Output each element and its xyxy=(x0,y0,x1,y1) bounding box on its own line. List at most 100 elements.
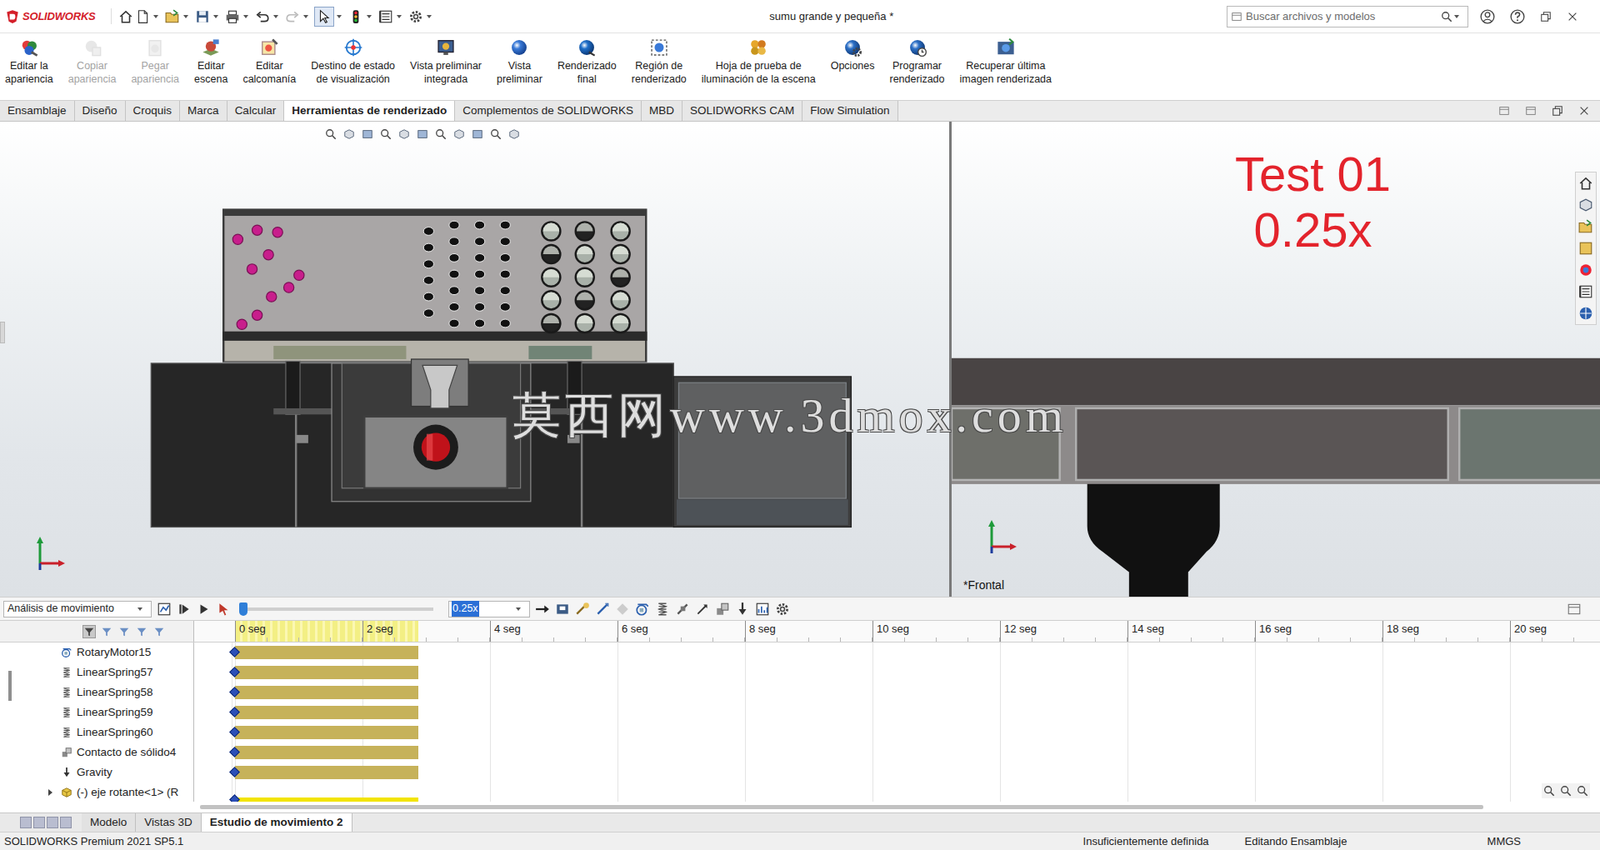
key-point[interactable] xyxy=(229,686,240,698)
view-orientation-icon[interactable] xyxy=(416,128,429,140)
display-style-icon[interactable] xyxy=(435,128,447,140)
dropdown-caret[interactable] xyxy=(137,607,143,611)
ribbon-button[interactable]: Programarrenderizado xyxy=(888,38,947,86)
study-properties-icon[interactable] xyxy=(775,601,790,617)
command-tab[interactable]: Complementos de SOLIDWORKS xyxy=(455,100,642,121)
ribbon-button[interactable]: Editarescena xyxy=(192,38,230,86)
add-key-icon[interactable] xyxy=(615,601,630,617)
force-icon[interactable] xyxy=(695,601,710,617)
dropdown-caret[interactable] xyxy=(366,15,372,19)
filter-selected-icon[interactable] xyxy=(118,625,130,638)
time-tick[interactable]: 18 seg xyxy=(1382,620,1510,642)
document-tab[interactable]: Modelo xyxy=(81,813,136,832)
tab-nav-button[interactable] xyxy=(20,816,32,829)
rebuild-light-icon[interactable] xyxy=(348,9,364,25)
render-tool-icon[interactable] xyxy=(650,38,669,57)
filter-animated-icon[interactable] xyxy=(83,625,95,638)
render-tool-icon[interactable] xyxy=(145,38,165,57)
animation-wizard-icon[interactable] xyxy=(575,601,590,617)
key-point[interactable] xyxy=(229,794,240,802)
ribbon-button[interactable]: Vista preliminarintegrada xyxy=(408,38,484,86)
search-input[interactable] xyxy=(1242,8,1441,25)
dropdown-caret[interactable] xyxy=(183,15,189,19)
tree-item[interactable]: (-) eje rotante<1> (R xyxy=(0,782,194,802)
play-from-start-icon[interactable] xyxy=(176,601,192,617)
ribbon-button[interactable]: Hoja de prueba deiluminación de la escen… xyxy=(700,38,818,86)
save-icon[interactable] xyxy=(195,9,210,25)
panel-flyout-tab[interactable] xyxy=(0,321,5,344)
key-point[interactable] xyxy=(229,646,240,658)
apply-scene-icon[interactable] xyxy=(490,128,502,140)
command-tab[interactable]: Diseño xyxy=(75,100,126,121)
save-animation-icon[interactable] xyxy=(555,601,570,617)
command-tab[interactable]: Marca xyxy=(180,100,228,121)
open-folder-icon[interactable] xyxy=(165,9,180,25)
time-tick[interactable]: 20 seg xyxy=(1510,620,1600,642)
tile-right-icon[interactable] xyxy=(1525,105,1537,117)
time-tick[interactable]: 0 seg xyxy=(235,620,363,642)
time-bar[interactable] xyxy=(235,725,419,740)
autofit-icon[interactable] xyxy=(153,625,165,638)
ribbon-button[interactable]: Recuperar últimaimagen renderizada xyxy=(958,38,1055,86)
restore-window-icon[interactable] xyxy=(1540,10,1552,23)
command-tab[interactable]: Flow Simulation xyxy=(802,100,898,121)
dropdown-caret[interactable] xyxy=(515,607,521,611)
time-bar[interactable] xyxy=(235,705,419,720)
ribbon-button[interactable]: Región derenderizado xyxy=(630,38,689,86)
spring-icon[interactable] xyxy=(60,726,73,739)
filter-driving-icon[interactable] xyxy=(100,625,113,638)
close-pane-icon[interactable] xyxy=(1578,105,1590,117)
play-icon[interactable] xyxy=(196,601,212,617)
dynamic-annotation-icon[interactable] xyxy=(398,128,410,140)
tree-item[interactable]: LinearSpring60 xyxy=(0,722,194,743)
print-icon[interactable] xyxy=(225,9,240,25)
command-tab[interactable]: Croquis xyxy=(125,100,181,121)
zoom-fit-icon[interactable] xyxy=(325,128,337,140)
redo-icon[interactable] xyxy=(285,9,300,25)
gravity-icon[interactable] xyxy=(60,766,73,779)
gravity-icon[interactable] xyxy=(735,601,750,617)
render-tool-icon[interactable] xyxy=(344,38,363,57)
time-bar[interactable] xyxy=(235,745,419,760)
render-tool-icon[interactable] xyxy=(577,38,596,57)
tab-nav-button[interactable] xyxy=(33,816,45,829)
render-tool-icon[interactable] xyxy=(510,38,529,57)
contact-icon[interactable] xyxy=(715,601,730,617)
time-bar[interactable] xyxy=(235,765,419,780)
options-gear-icon[interactable] xyxy=(408,9,424,25)
unit-system[interactable]: MMGS xyxy=(1487,833,1521,850)
zoom-area-icon[interactable] xyxy=(343,128,355,140)
time-tick[interactable]: 16 seg xyxy=(1255,620,1383,642)
ds-logo-icon[interactable] xyxy=(5,9,20,25)
part-icon[interactable] xyxy=(60,786,73,799)
command-tab[interactable]: Calcular xyxy=(227,100,285,121)
dropdown-caret[interactable] xyxy=(336,15,342,19)
time-tick[interactable]: 10 seg xyxy=(872,620,1000,642)
graphics-area[interactable]: Test 010.25x*Frontal莫西网www.3dmox.com xyxy=(0,121,1600,597)
ribbon-button[interactable]: Editarcalcomanía xyxy=(240,38,298,86)
autokey-icon[interactable] xyxy=(595,601,610,617)
damper-icon[interactable] xyxy=(675,601,690,617)
tree-item[interactable]: Contacto de sólido4 xyxy=(0,742,194,763)
new-document-icon[interactable] xyxy=(135,9,150,25)
home-icon[interactable] xyxy=(118,9,134,25)
design-library-icon[interactable] xyxy=(1578,197,1594,213)
command-tab[interactable]: SOLIDWORKS CAM xyxy=(682,100,803,121)
horizontal-scrollbar[interactable] xyxy=(0,801,1600,813)
dropdown-caret[interactable] xyxy=(396,15,402,19)
playback-speed-select[interactable]: 0.25x xyxy=(448,600,530,618)
dropdown-caret[interactable] xyxy=(273,15,279,19)
playback-slider[interactable] xyxy=(243,607,434,611)
calculate-icon[interactable] xyxy=(156,601,172,617)
render-tool-icon[interactable] xyxy=(260,38,279,57)
time-bar[interactable] xyxy=(235,797,419,802)
ribbon-button[interactable]: Renderizadofinal xyxy=(555,38,619,86)
tree-item[interactable]: LinearSpring59 xyxy=(0,702,194,723)
spring-icon[interactable] xyxy=(60,706,73,719)
study-type-select[interactable]: Análisis de movimiento xyxy=(3,600,152,618)
dropdown-caret[interactable] xyxy=(426,15,432,19)
motor-icon[interactable] xyxy=(635,601,650,617)
document-tab[interactable]: Estudio de movimiento 2 xyxy=(201,813,353,832)
home-icon[interactable] xyxy=(1578,175,1594,191)
time-tick[interactable]: 12 seg xyxy=(1000,620,1128,642)
